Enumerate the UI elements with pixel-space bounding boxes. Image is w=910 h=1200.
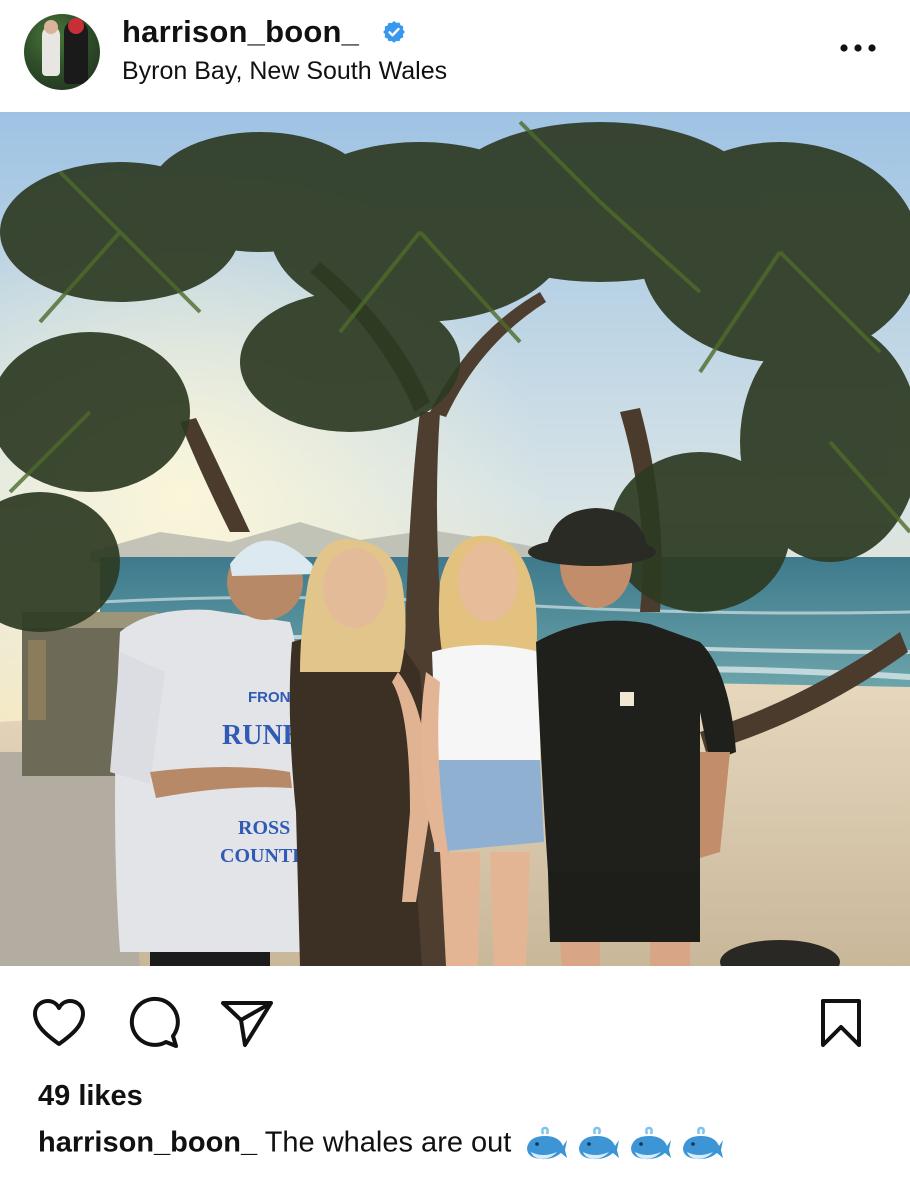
like-button[interactable] [30, 994, 88, 1052]
post-location[interactable]: Byron Bay, New South Wales [122, 57, 447, 86]
save-button[interactable] [812, 994, 870, 1052]
comment-button[interactable] [124, 994, 182, 1052]
post-actions [0, 966, 910, 1078]
more-options-icon [840, 44, 876, 52]
comment-icon [129, 996, 180, 1048]
post-caption: harrison_boon_ The whales are out [38, 1126, 724, 1162]
whale-emoji [527, 1126, 568, 1160]
likes-count[interactable]: 49 likes [38, 1080, 143, 1113]
bookmark-icon [821, 999, 861, 1047]
paper-plane-icon [221, 1001, 273, 1047]
whale-emojis [523, 1126, 724, 1162]
beach-group-photo: FRONT RUNE ROSS COUNTRY [0, 112, 910, 966]
username[interactable]: harrison_boon_ [122, 14, 359, 50]
caption-text: The whales are out [264, 1126, 512, 1159]
caption-username[interactable]: harrison_boon_ [38, 1127, 257, 1159]
verified-badge-icon [383, 21, 405, 43]
whale-emoji [683, 1126, 724, 1160]
avatar-figure [42, 20, 60, 76]
avatar-figure [64, 18, 88, 84]
heart-icon [33, 999, 85, 1046]
whale-emoji [579, 1126, 620, 1160]
post-header: harrison_boon_ Byron Bay, New South Wale… [0, 0, 910, 112]
avatar[interactable] [24, 14, 100, 90]
svg-text:RUNE: RUNE [222, 720, 301, 751]
whale-emoji [631, 1126, 672, 1160]
svg-text:ROSS: ROSS [238, 817, 290, 839]
share-button[interactable] [218, 994, 276, 1052]
post-photo[interactable]: FRONT RUNE ROSS COUNTRY [0, 112, 910, 966]
more-options-button[interactable] [838, 28, 878, 68]
